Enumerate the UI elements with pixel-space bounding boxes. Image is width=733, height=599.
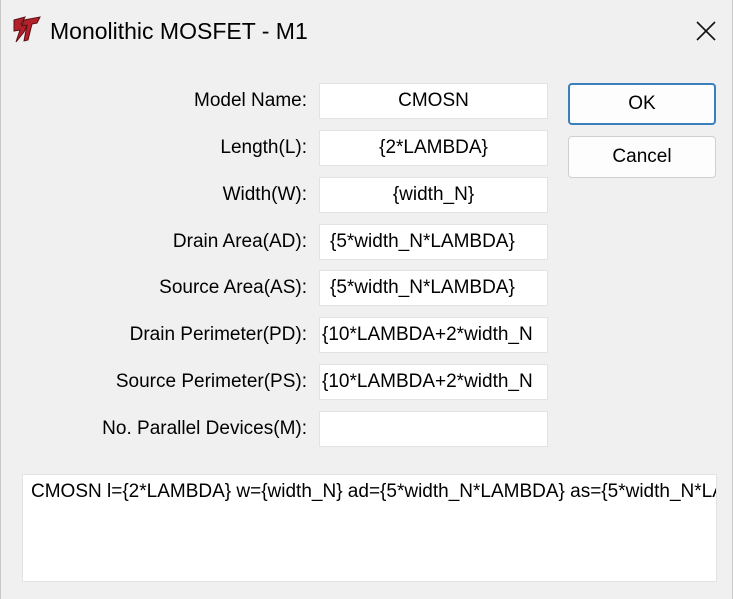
length-label: Length(L):	[220, 137, 307, 158]
length-field[interactable]: {2*LAMBDA}	[319, 130, 548, 166]
close-button[interactable]	[680, 8, 732, 54]
window-title: Monolithic MOSFET - M1	[50, 18, 308, 44]
source-area-field[interactable]: {5*width_N*LAMBDA}	[319, 270, 548, 306]
model-name-field[interactable]: CMOSN	[319, 83, 548, 119]
mosfet-dialog: Monolithic MOSFET - M1 Model Name: CMOSN…	[0, 0, 733, 599]
source-area-label: Source Area(AS):	[159, 277, 307, 298]
drain-area-label: Drain Area(AD):	[172, 231, 307, 252]
ok-button[interactable]: OK	[568, 83, 716, 125]
width-label: Width(W):	[222, 184, 307, 205]
ltspice-logo-icon	[11, 14, 43, 46]
spice-line-preview[interactable]: CMOSN l={2*LAMBDA} w={width_N} ad={5*wid…	[22, 474, 717, 582]
drain-perimeter-label: Drain Perimeter(PD):	[129, 324, 307, 345]
model-name-label: Model Name:	[194, 90, 307, 111]
parallel-devices-field[interactable]	[319, 411, 548, 447]
drain-area-field[interactable]: {5*width_N*LAMBDA}	[319, 224, 548, 260]
close-icon	[696, 21, 716, 41]
drain-perimeter-field[interactable]: {10*LAMBDA+2*width_N	[319, 317, 548, 353]
source-perimeter-field[interactable]: {10*LAMBDA+2*width_N	[319, 364, 548, 400]
parallel-devices-label: No. Parallel Devices(M):	[102, 418, 307, 439]
width-field[interactable]: {width_N}	[319, 177, 548, 213]
title-bar[interactable]: Monolithic MOSFET - M1	[1, 0, 732, 62]
source-perimeter-label: Source Perimeter(PS):	[115, 371, 307, 392]
cancel-button[interactable]: Cancel	[568, 136, 716, 178]
